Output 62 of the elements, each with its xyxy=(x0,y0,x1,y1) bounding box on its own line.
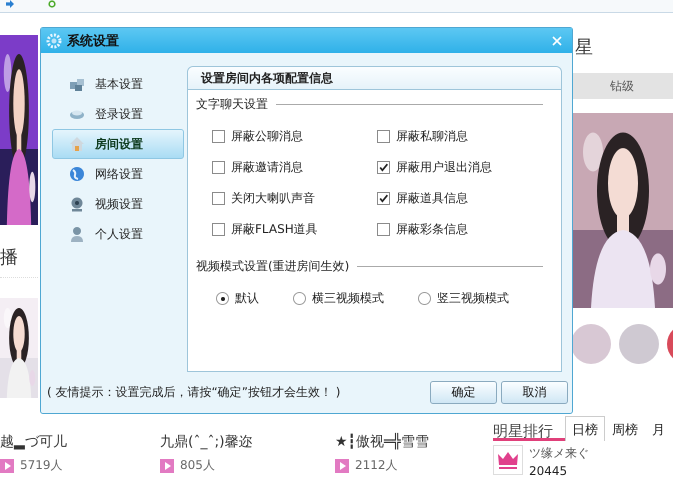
nav-item[interactable]: 网络设置 xyxy=(52,159,184,189)
window-title: 系统设置 xyxy=(67,32,120,50)
checkbox-label[interactable]: 屏蔽道具信息 xyxy=(396,190,468,207)
nav-item[interactable]: 基本设置 xyxy=(52,69,184,99)
checkbox[interactable] xyxy=(377,161,390,174)
viewer-count: 805人 xyxy=(180,457,215,474)
hint-text: ( 友情提示：设置完成后，请按“确定”按钮才会生效！ ) xyxy=(47,384,342,401)
checkbox-label[interactable]: 屏蔽私聊消息 xyxy=(396,128,468,145)
checkbox-label[interactable]: 关闭大喇叭声音 xyxy=(231,190,315,207)
nav-item[interactable]: 登录设置 xyxy=(52,99,184,129)
checkbox-label[interactable]: 屏蔽用户退出消息 xyxy=(396,159,492,176)
checkbox[interactable] xyxy=(212,130,225,143)
panel-title: 设置房间内各项配置信息 xyxy=(188,67,561,90)
globe-icon xyxy=(69,166,85,182)
checkbox-label[interactable]: 屏蔽邀请消息 xyxy=(231,159,303,176)
radio-label[interactable]: 横三视频模式 xyxy=(312,290,384,307)
ranking-tab[interactable]: 月 xyxy=(645,416,672,441)
checkbox[interactable] xyxy=(212,161,225,174)
section-heading: 播 xyxy=(0,245,38,278)
viewer-count: 5719人 xyxy=(20,457,63,474)
streamer-name[interactable]: 越▂づ可儿 xyxy=(0,433,160,453)
group-heading: 视频模式设置(重进房间生效) xyxy=(196,258,350,274)
nav-item[interactable]: 视频设置 xyxy=(52,189,184,219)
category-tab[interactable]: 钻级 xyxy=(573,73,673,99)
radio-button[interactable] xyxy=(293,292,306,305)
close-icon[interactable] xyxy=(552,36,562,46)
radio-label[interactable]: 默认 xyxy=(235,290,259,307)
ranking-tab[interactable]: 周榜 xyxy=(605,416,645,441)
checkbox[interactable] xyxy=(212,192,225,205)
radio-button[interactable] xyxy=(418,292,431,305)
nav-item[interactable]: 房间设置 xyxy=(52,129,184,159)
streamer-name[interactable]: ★┇傲视═╬雪雪 xyxy=(335,433,493,453)
cubes-icon xyxy=(69,76,85,92)
radio-label[interactable]: 竖三视频模式 xyxy=(437,290,509,307)
radio-button[interactable] xyxy=(216,292,229,305)
avatar[interactable] xyxy=(571,324,611,364)
play-icon xyxy=(335,458,349,472)
ranking-tab[interactable]: 日榜 xyxy=(565,416,605,441)
nav-item[interactable]: 个人设置 xyxy=(52,219,184,249)
streamer-name[interactable]: 九鼎(ˆ_ˆ;)馨迩 xyxy=(160,433,335,453)
play-icon xyxy=(160,458,174,472)
crown-icon xyxy=(493,445,523,475)
checkbox[interactable] xyxy=(377,223,390,236)
person-icon xyxy=(69,226,85,242)
checkbox-label[interactable]: 屏蔽彩条信息 xyxy=(396,221,468,238)
house-icon xyxy=(69,136,85,152)
checkbox[interactable] xyxy=(377,192,390,205)
ok-button[interactable]: 确定 xyxy=(430,381,497,404)
webcam-icon xyxy=(69,196,85,212)
refresh-icon[interactable] xyxy=(46,0,58,8)
gear-icon xyxy=(46,32,62,48)
checkbox-label[interactable]: 屏蔽FLASH道具 xyxy=(231,221,318,238)
section-heading: 星 xyxy=(574,36,594,59)
checkbox[interactable] xyxy=(212,223,225,236)
checkbox-label[interactable]: 屏蔽公聊消息 xyxy=(231,128,303,145)
checkbox[interactable] xyxy=(377,130,390,143)
viewer-count: 2112人 xyxy=(355,457,398,474)
top-user-score: 20445 xyxy=(529,464,568,478)
cancel-button[interactable]: 取消 xyxy=(501,381,568,404)
top-user-name[interactable]: ツ缘メ来ぐ xyxy=(529,445,589,462)
group-heading: 文字聊天设置 xyxy=(196,96,268,112)
forward-arrow-icon[interactable] xyxy=(4,0,16,8)
